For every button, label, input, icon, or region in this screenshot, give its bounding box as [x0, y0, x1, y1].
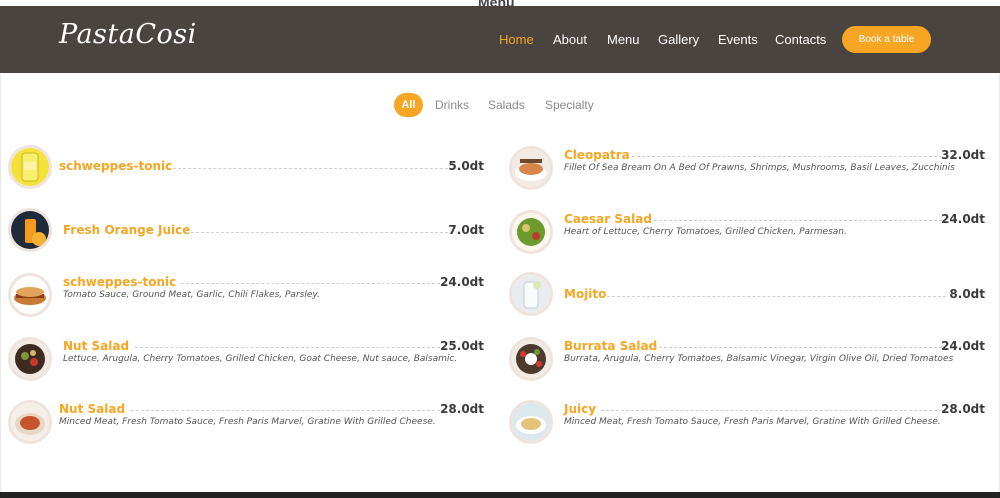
- menu-item[interactable]: schweppes-tonic 5.0dt: [8, 145, 488, 195]
- dotted-leader: [181, 283, 445, 284]
- nav-menu[interactable]: Menu: [607, 32, 640, 47]
- nav-gallery[interactable]: Gallery: [658, 32, 699, 47]
- menu-filters: All Drinks Salads Specialty: [0, 93, 1000, 117]
- nav-events[interactable]: Events: [718, 32, 758, 47]
- pasta-dish-icon: [8, 400, 52, 444]
- dotted-leader: [601, 410, 942, 411]
- menu-item[interactable]: Cleopatra 32.0dt Fillet Of Sea Bream On …: [509, 146, 989, 196]
- nut-salad-icon: [8, 337, 52, 381]
- item-description: Minced Meat, Fresh Tomato Sauce, Fresh P…: [59, 417, 436, 427]
- menu-item[interactable]: Juicy 28.0dt Minced Meat, Fresh Tomato S…: [509, 400, 989, 450]
- filter-specialty[interactable]: Specialty: [545, 93, 594, 117]
- sandwich-icon: [8, 273, 52, 317]
- item-price: 32.0dt: [941, 148, 985, 162]
- orange-juice-icon: [8, 208, 52, 252]
- cleopatra-dish-icon: [509, 146, 553, 190]
- tonic-can-icon: [8, 145, 52, 189]
- dotted-leader: [607, 296, 946, 297]
- item-name: Fresh Orange Juice: [63, 223, 191, 237]
- filter-drinks[interactable]: Drinks: [435, 93, 469, 117]
- filter-all[interactable]: All: [394, 93, 423, 117]
- item-name: Caesar Salad: [564, 212, 652, 226]
- menu-item[interactable]: Nut Salad 25.0dt Lettuce, Arugula, Cherr…: [8, 337, 488, 387]
- burrata-salad-icon: [509, 337, 553, 381]
- book-table-button[interactable]: Book a table: [842, 26, 931, 53]
- item-name: schweppes-tonic: [63, 275, 177, 289]
- item-name: Cleopatra: [564, 148, 630, 162]
- item-price: 25.0dt: [440, 339, 484, 353]
- item-name: Mojito: [564, 287, 607, 301]
- caesar-salad-icon: [509, 210, 553, 254]
- item-name: Nut Salad: [63, 339, 130, 353]
- menu-item[interactable]: Nut Salad 28.0dt Minced Meat, Fresh Toma…: [8, 400, 488, 450]
- dotted-leader: [131, 410, 445, 411]
- nav-contacts[interactable]: Contacts: [775, 32, 826, 47]
- item-name: schweppes-tonic: [59, 159, 173, 173]
- mojito-glass-icon: [509, 272, 553, 316]
- item-price: 28.0dt: [440, 402, 484, 416]
- item-description: Fillet Of Sea Bream On A Bed Of Prawns, …: [564, 163, 955, 173]
- item-name: Burrata Salad: [564, 339, 658, 353]
- menu-item[interactable]: Burrata Salad 24.0dt Burrata, Arugula, C…: [509, 337, 989, 387]
- item-price: 24.0dt: [440, 275, 484, 289]
- menu-item[interactable]: schweppes-tonic 24.0dt Tomato Sauce, Gro…: [8, 273, 488, 323]
- menu-item[interactable]: Fresh Orange Juice 7.0dt: [8, 208, 488, 258]
- item-name: Nut Salad: [59, 402, 126, 416]
- item-price: 5.0dt: [448, 159, 484, 173]
- item-description: Tomato Sauce, Ground Meat, Garlic, Chili…: [63, 290, 320, 300]
- item-description: Minced Meat, Fresh Tomato Sauce, Fresh P…: [564, 417, 941, 427]
- dotted-leader: [173, 168, 453, 169]
- dotted-leader: [654, 347, 942, 348]
- logo[interactable]: PastaCosi: [59, 19, 197, 50]
- item-price: 8.0dt: [949, 287, 985, 301]
- item-description: Heart of Lettuce, Cherry Tomatoes, Grill…: [564, 227, 847, 237]
- item-description: Burrata, Arugula, Cherry Tomatoes, Balsa…: [564, 354, 954, 364]
- item-price: 24.0dt: [941, 212, 985, 226]
- item-price: 28.0dt: [941, 402, 985, 416]
- menu-item[interactable]: Mojito 8.0dt: [509, 272, 989, 322]
- item-price: 7.0dt: [448, 223, 484, 237]
- bottom-bar: [0, 492, 1000, 498]
- dotted-leader: [654, 220, 942, 221]
- dotted-leader: [135, 347, 445, 348]
- dotted-leader: [186, 232, 453, 233]
- nav-about[interactable]: About: [553, 32, 587, 47]
- nav-home[interactable]: Home: [499, 32, 534, 47]
- dotted-leader: [632, 156, 942, 157]
- item-description: Lettuce, Arugula, Cherry Tomatoes, Grill…: [63, 354, 458, 364]
- navbar: PastaCosi Home About Menu Gallery Events…: [0, 6, 1000, 73]
- item-price: 24.0dt: [941, 339, 985, 353]
- juicy-dish-icon: [509, 400, 553, 444]
- item-name: Juicy: [564, 402, 597, 416]
- menu-item[interactable]: Caesar Salad 24.0dt Heart of Lettuce, Ch…: [509, 210, 989, 260]
- filter-salads[interactable]: Salads: [488, 93, 525, 117]
